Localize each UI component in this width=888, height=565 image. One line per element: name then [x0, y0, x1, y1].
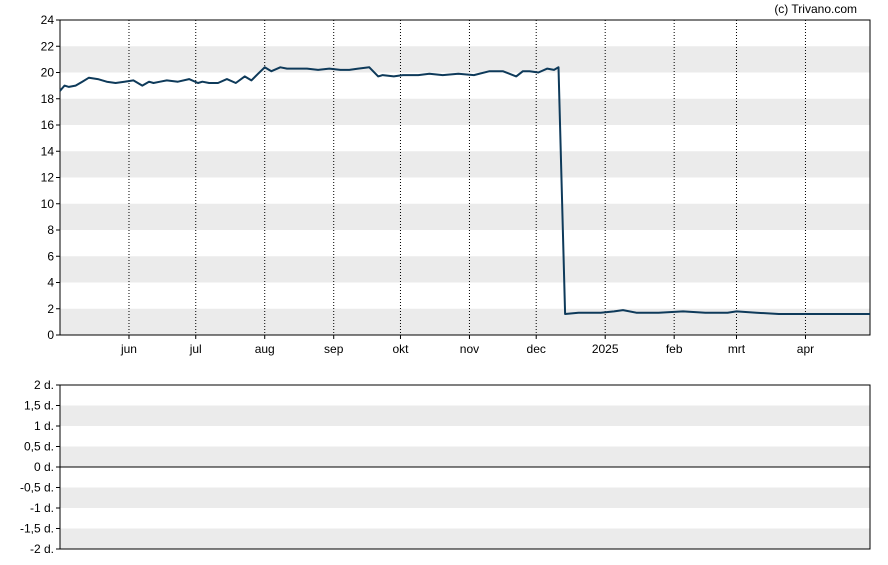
grid-band	[60, 446, 870, 467]
x-tick-label: nov	[460, 342, 479, 356]
x-tick-label: mrt	[728, 342, 746, 356]
grid-band	[60, 528, 870, 549]
y-tick-label: 24	[41, 13, 55, 27]
grid-band	[60, 405, 870, 426]
y-tick-label: 12	[41, 171, 55, 185]
y-tick-label: 16	[41, 118, 55, 132]
y-tick-label: 22	[41, 39, 55, 53]
y-tick-label: 6	[47, 249, 54, 263]
x-tick-label: apr	[797, 342, 814, 356]
grid-band	[60, 151, 870, 178]
lower-chart-panel: -2 d. -1,5 d. -1 d. -0,5 d. 0 d. 0,5 d. 1 d. 1,…	[20, 378, 871, 556]
grid-band	[60, 256, 870, 283]
x-tick-label: jun	[120, 342, 137, 356]
y-tick-label: 2	[47, 302, 54, 316]
credit-text: (c) Trivano.com	[774, 2, 857, 16]
x-tick-label: aug	[255, 342, 275, 356]
x-tick-label: okt	[392, 342, 409, 356]
y-tick-label: 4	[47, 276, 54, 290]
x-tick-label: jul	[189, 342, 202, 356]
y-tick-label: -1 d.	[30, 501, 54, 515]
grid-band	[60, 46, 870, 73]
y-tick-label: 18	[41, 92, 55, 106]
grid-band	[60, 203, 870, 230]
y-tick-label: 0,5 d.	[24, 440, 54, 454]
y-tick-label: 1 d.	[34, 419, 54, 433]
y-tick-label: 20	[41, 66, 55, 80]
y-tick-label: 14	[41, 144, 55, 158]
y-tick-label: 10	[41, 197, 55, 211]
x-tick-label: sep	[324, 342, 344, 356]
chart-svg: (c) Trivano.com 024681012141618202224jun…	[20, 2, 871, 556]
x-tick-label: dec	[527, 342, 546, 356]
y-tick-label: 1,5 d.	[24, 399, 54, 413]
grid-band	[60, 98, 870, 125]
grid-band	[60, 487, 870, 508]
y-tick-label: -2 d.	[30, 542, 54, 556]
price-chart-panel: 024681012141618202224jun jul aug sep okt nov d…	[41, 13, 871, 356]
y-tick-label: -0,5 d.	[20, 481, 54, 495]
x-tick-label: feb	[666, 342, 683, 356]
y-tick-label: 0	[47, 328, 54, 342]
y-tick-label: -1,5 d.	[20, 522, 54, 536]
y-tick-label: 8	[47, 223, 54, 237]
x-tick-label: 2025	[592, 342, 619, 356]
y-tick-label: 0 d.	[34, 460, 54, 474]
y-tick-label: 2 d.	[34, 378, 54, 392]
